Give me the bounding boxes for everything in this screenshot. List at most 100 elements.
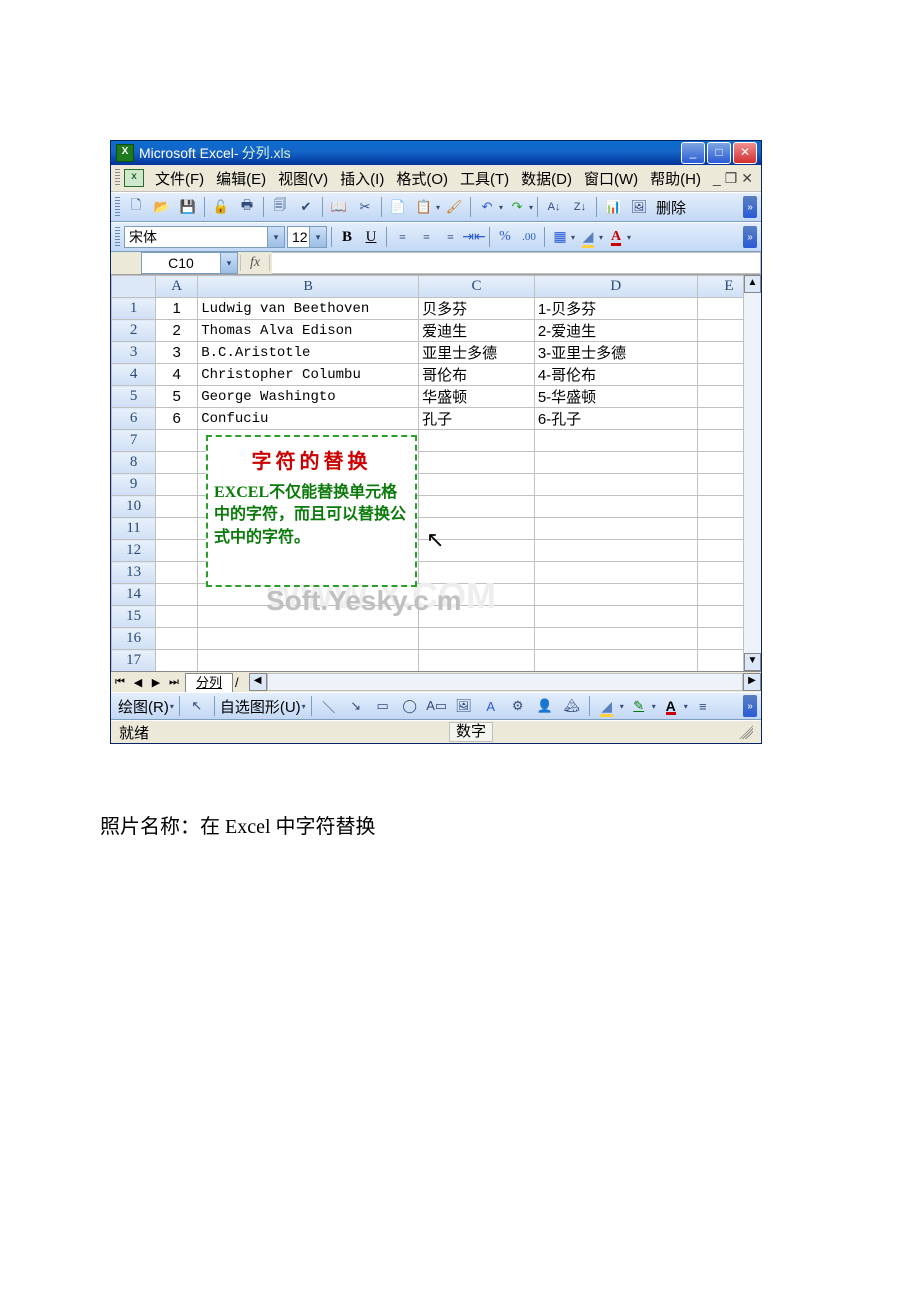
- cell[interactable]: [156, 584, 198, 606]
- cell[interactable]: 爱迪生: [419, 320, 535, 342]
- cell[interactable]: 6-孔子: [534, 408, 697, 430]
- fill-color-icon[interactable]: ◢: [577, 226, 599, 248]
- toolbar-overflow[interactable]: »: [743, 196, 757, 218]
- scroll-track[interactable]: [744, 293, 761, 653]
- print-icon[interactable]: 🖶: [235, 195, 259, 219]
- percent-button[interactable]: %: [494, 226, 516, 248]
- align-right-icon[interactable]: ≡: [439, 226, 461, 248]
- print-preview-icon[interactable]: 🗐: [268, 195, 292, 219]
- scroll-up-button[interactable]: ▲: [744, 275, 761, 293]
- cell[interactable]: 4: [156, 364, 198, 386]
- cell[interactable]: 4-哥伦布: [534, 364, 697, 386]
- table-row[interactable]: 44Christopher Columbu哥伦布4-哥伦布: [112, 364, 761, 386]
- cell[interactable]: [534, 562, 697, 584]
- draw-menu[interactable]: 绘图(R): [118, 696, 169, 717]
- new-icon[interactable]: 🗋: [124, 195, 148, 219]
- row-header[interactable]: 16: [112, 628, 156, 650]
- cell[interactable]: [156, 452, 198, 474]
- cell[interactable]: [419, 628, 535, 650]
- row-header[interactable]: 4: [112, 364, 156, 386]
- cell[interactable]: [419, 584, 535, 606]
- cell[interactable]: 3-亚里士多德: [534, 342, 697, 364]
- menu-data[interactable]: 数据(D): [515, 166, 578, 191]
- cell[interactable]: [534, 452, 697, 474]
- sheet-tab[interactable]: 分列: [185, 673, 233, 692]
- undo-dropdown[interactable]: ▾: [499, 203, 503, 212]
- cell[interactable]: [419, 518, 535, 540]
- toolbar-overflow[interactable]: »: [743, 695, 757, 717]
- row-header[interactable]: 17: [112, 650, 156, 672]
- minimize-button[interactable]: _: [681, 142, 705, 164]
- cell[interactable]: 亚里士多德: [419, 342, 535, 364]
- research-icon[interactable]: 📖: [327, 195, 351, 219]
- menu-edit[interactable]: 编辑(E): [210, 166, 272, 191]
- cell[interactable]: [534, 540, 697, 562]
- cell[interactable]: 孔子: [419, 408, 535, 430]
- fill-color-icon[interactable]: ◢: [595, 694, 619, 718]
- picture-icon[interactable]: 🏔: [560, 694, 584, 718]
- underline-button[interactable]: U: [360, 226, 382, 248]
- table-row[interactable]: 15: [112, 606, 761, 628]
- row-header[interactable]: 3: [112, 342, 156, 364]
- row-header[interactable]: 2: [112, 320, 156, 342]
- row-header[interactable]: 7: [112, 430, 156, 452]
- col-header-C[interactable]: C: [419, 276, 535, 298]
- table-row[interactable]: 66Confuciu孔子6-孔子: [112, 408, 761, 430]
- cell[interactable]: [534, 650, 697, 672]
- chart-icon[interactable]: 📊: [601, 195, 625, 219]
- cell[interactable]: [419, 496, 535, 518]
- cell[interactable]: [156, 562, 198, 584]
- cell[interactable]: [534, 430, 697, 452]
- cell[interactable]: [156, 518, 198, 540]
- select-objects-icon[interactable]: ↖: [185, 694, 209, 718]
- diagram-icon[interactable]: ⚙: [506, 694, 530, 718]
- cell[interactable]: Christopher Columbu: [198, 364, 419, 386]
- cell[interactable]: [419, 606, 535, 628]
- select-all-corner[interactable]: [112, 276, 156, 298]
- table-row[interactable]: 55George Washingto华盛顿5-华盛顿: [112, 386, 761, 408]
- tab-nav-prev[interactable]: ◀: [129, 673, 147, 691]
- line-icon[interactable]: ＼: [317, 694, 341, 718]
- font-color-icon[interactable]: A: [605, 226, 627, 248]
- cell[interactable]: [198, 628, 419, 650]
- cell[interactable]: [534, 606, 697, 628]
- doc-close-button[interactable]: ✕: [741, 170, 753, 187]
- cell[interactable]: [198, 606, 419, 628]
- menu-help[interactable]: 帮助(H): [644, 166, 707, 191]
- arrow-icon[interactable]: ↘: [344, 694, 368, 718]
- close-button[interactable]: ✕: [733, 142, 757, 164]
- menu-tools[interactable]: 工具(T): [454, 166, 515, 191]
- cell[interactable]: [156, 430, 198, 452]
- cell[interactable]: Confuciu: [198, 408, 419, 430]
- borders-dropdown[interactable]: ▾: [571, 233, 575, 242]
- align-left-icon[interactable]: ≡: [391, 226, 413, 248]
- cut-icon[interactable]: ✂: [353, 195, 377, 219]
- menu-view[interactable]: 视图(V): [272, 166, 334, 191]
- cell[interactable]: [198, 650, 419, 672]
- worksheet-area[interactable]: A B C D E 11Ludwig van Beethoven贝多芬1-贝多芬…: [111, 275, 761, 671]
- cell[interactable]: Thomas Alva Edison: [198, 320, 419, 342]
- toolbar-overflow[interactable]: »: [743, 226, 757, 248]
- cell[interactable]: [156, 474, 198, 496]
- table-row[interactable]: 17: [112, 650, 761, 672]
- oval-icon[interactable]: ◯: [398, 694, 422, 718]
- col-header-A[interactable]: A: [156, 276, 198, 298]
- sort-asc-icon[interactable]: A↓: [542, 195, 566, 219]
- cell[interactable]: [419, 650, 535, 672]
- table-row[interactable]: 22Thomas Alva Edison爱迪生2-爱迪生: [112, 320, 761, 342]
- format-painter-icon[interactable]: 🖌: [442, 195, 466, 219]
- redo-dropdown[interactable]: ▾: [529, 203, 533, 212]
- font-size-combo[interactable]: 12 ▾: [287, 226, 327, 248]
- textbox-icon[interactable]: A▭: [425, 694, 449, 718]
- table-row[interactable]: 11Ludwig van Beethoven贝多芬1-贝多芬: [112, 298, 761, 320]
- fill-color-dropdown[interactable]: ▾: [599, 233, 603, 242]
- spellcheck-icon[interactable]: ✔: [294, 195, 318, 219]
- borders-icon[interactable]: ▦: [549, 226, 571, 248]
- drawing-icon[interactable]: 🖼: [627, 195, 651, 219]
- font-name-combo[interactable]: 宋体 ▾: [124, 226, 285, 248]
- row-header[interactable]: 5: [112, 386, 156, 408]
- name-box-dropdown[interactable]: ▾: [220, 253, 237, 273]
- cell[interactable]: [419, 452, 535, 474]
- resize-grip[interactable]: [739, 725, 753, 739]
- workbook-icon[interactable]: x: [124, 169, 144, 187]
